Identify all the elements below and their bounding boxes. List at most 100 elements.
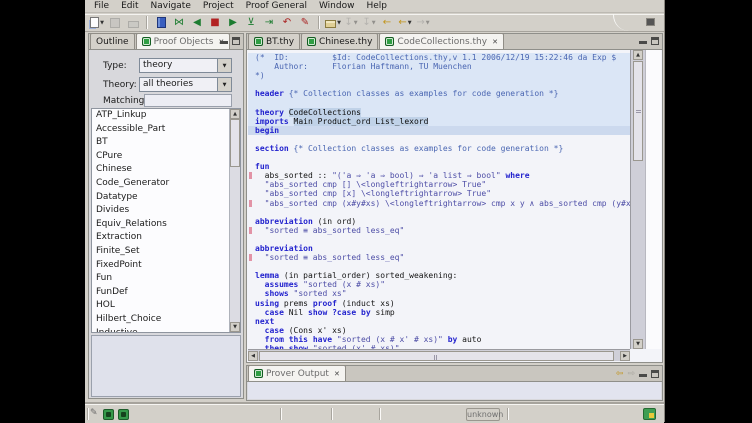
list-item[interactable]: FixedPoint [92, 259, 240, 273]
code-line[interactable]: abbreviation (in ord) [248, 217, 630, 226]
list-item[interactable]: Equiv_Relations [92, 218, 240, 232]
code-line[interactable]: "sorted ≡ abs_sorted less_eq" [248, 253, 630, 262]
minimize-icon[interactable] [639, 37, 647, 45]
scroll-left-icon[interactable]: ◀ [248, 351, 258, 361]
list-item[interactable]: Divides [92, 204, 240, 218]
code-line[interactable]: next [248, 317, 630, 326]
code-line[interactable]: from this have "sorted (x # x' # xs)" by… [248, 335, 630, 344]
scrollbar-thumb[interactable] [633, 61, 643, 161]
list-item[interactable]: Accessible_Part [92, 123, 240, 137]
close-icon[interactable]: ✕ [492, 38, 498, 46]
scroll-down-icon[interactable]: ▼ [633, 339, 643, 349]
code-line[interactable]: "abs_sorted cmp [] \<longleftrightarrow>… [248, 180, 630, 189]
theory-listbox[interactable]: ATP_LinkupAccessible_PartBTCPureChineseC… [91, 108, 241, 333]
menu-proof-general[interactable]: Proof General [240, 0, 313, 13]
forward-icon[interactable]: ⇨ [627, 369, 635, 379]
list-item[interactable]: CPure [92, 150, 240, 164]
close-icon[interactable]: ✕ [334, 370, 340, 378]
annotation-nav-button[interactable]: ↧▼ [361, 15, 377, 31]
list-item[interactable]: Hilbert_Choice [92, 313, 240, 327]
code-line[interactable] [248, 262, 630, 271]
code-line[interactable]: case Nil show ?case by simp [248, 308, 630, 317]
maximize-icon[interactable] [651, 370, 659, 378]
menu-help[interactable]: Help [360, 0, 393, 13]
maximize-icon[interactable] [651, 37, 659, 45]
menu-edit[interactable]: Edit [115, 0, 144, 13]
last-edit-location-button[interactable]: ↧▼ [343, 15, 359, 31]
list-item[interactable]: Extraction [92, 231, 240, 245]
code-line[interactable]: assumes "sorted (x # xs)" [248, 280, 630, 289]
list-item[interactable]: Fun [92, 272, 240, 286]
prover-status-icon[interactable] [118, 409, 129, 420]
code-line[interactable] [248, 153, 630, 162]
list-scrollbar[interactable]: ▲ ▼ [229, 109, 240, 332]
code-line[interactable]: header {* Collection classes as examples… [248, 89, 630, 98]
menu-file[interactable]: File [88, 0, 115, 13]
goto-start-button[interactable]: ⋈ [171, 15, 187, 31]
list-item[interactable]: HOL [92, 299, 240, 313]
tab-bt-thy[interactable]: BT.thy [248, 33, 300, 49]
code-line[interactable]: Author: Florian Haftmann, TU Muenchen [248, 62, 630, 71]
save-button[interactable] [107, 15, 123, 31]
undo-step-button[interactable]: ◀ [189, 15, 205, 31]
scripting-status-icon[interactable] [103, 409, 114, 420]
scroll-up-icon[interactable]: ▲ [230, 109, 240, 119]
scroll-down-icon[interactable]: ▼ [230, 322, 240, 332]
tab-outline[interactable]: Outline [90, 33, 135, 49]
back-button[interactable]: ← [379, 15, 395, 31]
list-item[interactable]: FunDef [92, 286, 240, 300]
chevron-down-icon[interactable]: ▼ [217, 59, 231, 72]
code-line[interactable]: theory CodeCollections [248, 108, 630, 117]
minimize-icon[interactable] [639, 370, 647, 378]
menu-project[interactable]: Project [197, 0, 240, 13]
list-item[interactable]: Chinese [92, 163, 240, 177]
perspective-switcher-icon[interactable] [647, 19, 654, 25]
code-line[interactable] [248, 98, 630, 107]
code-line[interactable]: using prems proof (induct xs) [248, 299, 630, 308]
code-line[interactable]: "abs_sorted cmp (x#y#xs) \<longleftright… [248, 199, 630, 208]
type-select[interactable]: theory ▼ [139, 58, 232, 73]
code-line[interactable]: fun [248, 162, 630, 171]
scroll-up-icon[interactable]: ▲ [633, 50, 643, 60]
code-line[interactable]: (* ID: $Id: CodeCollections.thy,v 1.1 20… [248, 53, 630, 62]
annotation-ruler[interactable] [645, 50, 661, 349]
list-item[interactable]: BT [92, 136, 240, 150]
code-line[interactable]: case (Cons x' xs) [248, 326, 630, 335]
code-line[interactable] [248, 135, 630, 144]
code-line[interactable] [248, 235, 630, 244]
code-line[interactable]: imports Main Product_ord List_lexord [248, 117, 630, 126]
new-file-button[interactable]: ▼ [89, 15, 105, 31]
code-line[interactable]: "sorted ≡ abs_sorted less_eq" [248, 226, 630, 235]
menu-window[interactable]: Window [313, 0, 361, 13]
code-line[interactable]: "abs_sorted cmp [x] \<longleftrightarrow… [248, 189, 630, 198]
open-definition-button[interactable] [153, 15, 169, 31]
interrupt-button[interactable]: ■ [207, 15, 223, 31]
editor-horizontal-scrollbar[interactable]: ◀ ▶ [248, 349, 630, 361]
theory-select[interactable]: all theories ▼ [139, 77, 232, 92]
print-button[interactable] [125, 15, 141, 31]
scroll-right-icon[interactable]: ▶ [620, 351, 630, 361]
retract-button[interactable]: ↶ [279, 15, 295, 31]
minimize-icon[interactable] [220, 37, 228, 45]
editor-text-area[interactable]: (* ID: $Id: CodeCollections.thy,v 1.1 20… [248, 50, 630, 349]
tab-codecollections-thy[interactable]: CodeCollections.thy✕ [379, 33, 504, 49]
prover-state-button[interactable]: unknown [466, 408, 500, 421]
code-line[interactable]: lemma (in partial_order) sorted_weakenin… [248, 271, 630, 280]
editor-vertical-scrollbar[interactable]: ▲ ▼ [630, 50, 645, 349]
scrollbar-thumb[interactable] [259, 351, 614, 361]
code-line[interactable]: begin [248, 126, 630, 135]
goto-command-button[interactable]: ⊻ [243, 15, 259, 31]
xsymbol-toggle-icon[interactable] [643, 408, 656, 420]
code-line[interactable] [248, 80, 630, 89]
code-line[interactable]: shows "sorted xs" [248, 289, 630, 298]
code-line[interactable]: section {* Collection classes as example… [248, 144, 630, 153]
list-item[interactable]: Inductive [92, 327, 240, 334]
code-line[interactable]: *) [248, 71, 630, 80]
tab-proof-objects[interactable]: Proof Objects✕ [136, 33, 231, 49]
tab-chinese-thy[interactable]: Chinese.thy [301, 33, 378, 49]
list-item[interactable]: ATP_Linkup [92, 109, 240, 123]
chevron-down-icon[interactable]: ▼ [217, 78, 231, 91]
menu-navigate[interactable]: Navigate [145, 0, 197, 13]
restart-scripting-button[interactable]: ✎ [297, 15, 313, 31]
next-step-button[interactable]: ▶ [225, 15, 241, 31]
